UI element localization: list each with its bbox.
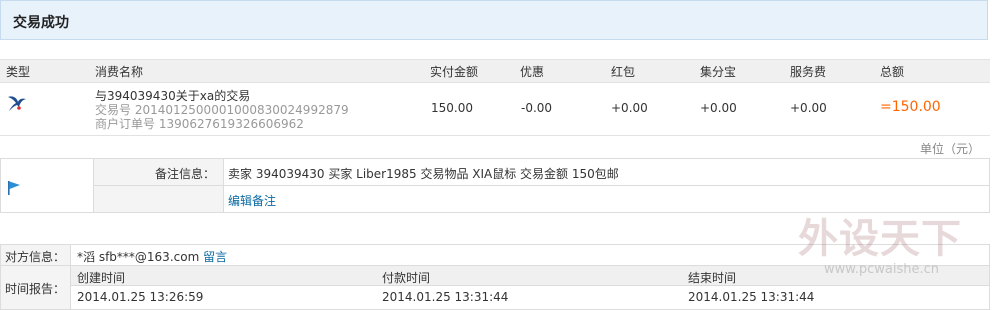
col-jifenbao: 集分宝 — [700, 65, 737, 79]
unit-label: 单位（元） — [919, 142, 980, 156]
col-paid: 实付金额 — [430, 65, 479, 79]
col-total: 总额 — [880, 65, 905, 79]
paid-time-header: 付款时间 — [382, 271, 431, 285]
note-text: 卖家 394039430 买家 Liber1985 交易物品 XIA鼠标 交易金… — [228, 167, 619, 181]
order-number: 商户订单号 1390627619326606962 — [95, 117, 304, 131]
total-amount: =150.00 — [880, 99, 941, 115]
col-name: 消费名称 — [95, 65, 144, 79]
end-time-header: 结束时间 — [688, 271, 737, 285]
paid-amount: 150.00 — [431, 101, 473, 115]
paid-time: 2014.01.25 13:31:44 — [382, 290, 509, 304]
watermark-url: www.pcwaishe.cn — [824, 262, 939, 277]
transaction-table-header: 类型 消费名称 实付金额 优惠 红包 集分宝 服务费 总额 — [0, 59, 990, 83]
watermark: 外设天下 www.pcwaishe.cn — [798, 206, 968, 296]
col-service-fee: 服务费 — [790, 65, 827, 79]
note-label: 备注信息： — [154, 167, 215, 181]
col-type: 类型 — [6, 65, 31, 79]
counterparty-info: *滔 sfb***@163.com 留言 — [77, 250, 228, 264]
leave-message-link[interactable]: 留言 — [203, 250, 227, 264]
end-time: 2014.01.25 13:31:44 — [688, 290, 815, 304]
hongbao-amount: +0.00 — [611, 101, 648, 115]
flag-icon — [7, 180, 21, 199]
service-fee-amount: +0.00 — [790, 101, 827, 115]
col-discount: 优惠 — [520, 65, 545, 79]
watermark-text: 外设天下 — [798, 216, 962, 262]
page-header: 交易成功 — [0, 0, 988, 40]
page-title: 交易成功 — [13, 15, 69, 31]
swallow-icon — [6, 93, 28, 116]
time-report-label: 时间报告： — [5, 282, 66, 296]
edit-note-link[interactable]: 编辑备注 — [228, 192, 276, 209]
note-section: 备注信息： 卖家 394039430 买家 Liber1985 交易物品 XIA… — [0, 158, 990, 213]
created-time-header: 创建时间 — [77, 271, 126, 285]
col-hongbao: 红包 — [611, 65, 636, 79]
created-time: 2014.01.25 13:26:59 — [77, 290, 204, 304]
discount-amount: -0.00 — [521, 101, 553, 115]
jifenbao-amount: +0.00 — [700, 101, 737, 115]
transaction-row: 与394039430关于xa的交易 交易号 201401250000100083… — [0, 83, 990, 136]
counterparty-label: 对方信息： — [5, 250, 66, 264]
